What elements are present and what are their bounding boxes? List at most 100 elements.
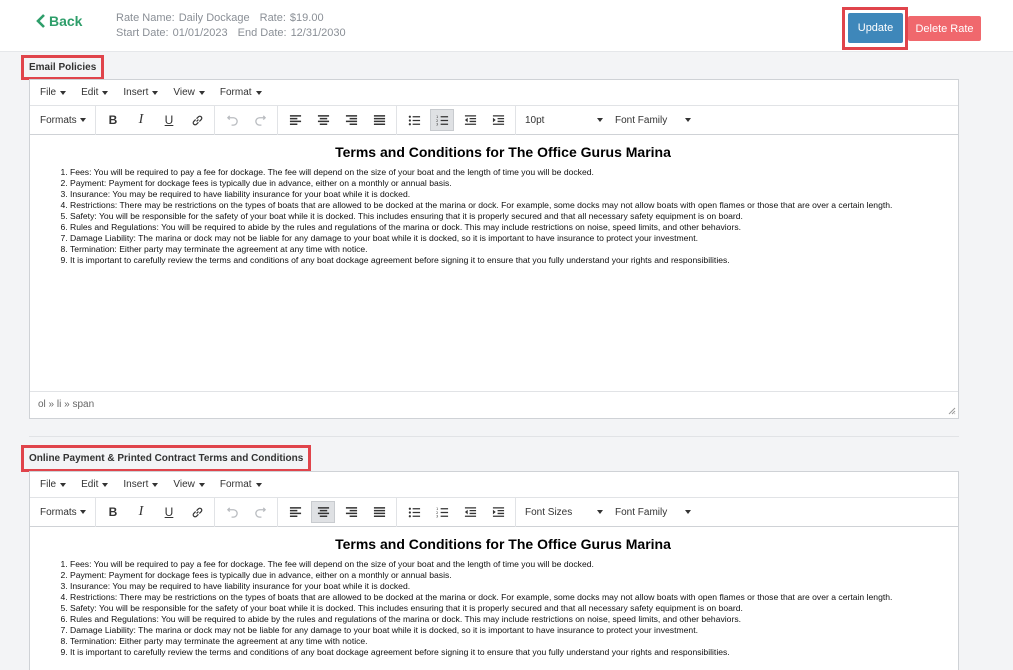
caret-down-icon	[60, 482, 67, 487]
section-title-email-policies: Email Policies	[21, 55, 105, 80]
redo-icon[interactable]	[248, 109, 272, 131]
align-justify-icon[interactable]	[367, 501, 391, 523]
back-label: Back	[49, 13, 83, 29]
undo-icon[interactable]	[220, 109, 244, 131]
terms-list: Fees: You will be required to pay a fee …	[56, 167, 950, 266]
align-left-icon[interactable]	[283, 109, 307, 131]
numbered-list-icon[interactable]: 123	[430, 501, 454, 523]
menu-view[interactable]: View	[167, 87, 211, 98]
online-payment-terms-editor: File Edit Insert View Format Formats B I…	[29, 471, 959, 670]
redo-icon[interactable]	[248, 501, 272, 523]
outdent-icon[interactable]	[458, 109, 482, 131]
back-button[interactable]: Back	[36, 13, 82, 29]
list-item: Insurance: You may be required to have l…	[70, 189, 950, 200]
toolbar-separator	[95, 497, 96, 527]
editor-toolbar: Formats B I U 123 Font Sizes Font Family	[30, 497, 958, 527]
caret-down-icon	[685, 510, 691, 514]
caret-down-icon	[198, 482, 205, 487]
menu-insert[interactable]: Insert	[117, 87, 164, 98]
underline-icon[interactable]: U	[157, 109, 181, 131]
editor-menubar: File Edit Insert View Format	[30, 80, 958, 106]
caret-down-icon	[597, 510, 603, 514]
toolbar-separator	[95, 105, 96, 135]
align-center-icon[interactable]	[311, 109, 335, 131]
italic-icon[interactable]: I	[129, 501, 153, 523]
end-date-label: End Date:	[237, 27, 287, 39]
formats-dropdown[interactable]: Formats	[34, 501, 92, 523]
font-family-dropdown[interactable]: Font Family	[609, 501, 697, 523]
toolbar-separator	[214, 105, 215, 135]
font-size-dropdown[interactable]: Font Sizes	[519, 501, 609, 523]
caret-down-icon	[60, 90, 67, 95]
align-right-icon[interactable]	[339, 109, 363, 131]
bold-icon[interactable]: B	[101, 109, 125, 131]
list-item: Insurance: You may be required to have l…	[70, 581, 950, 592]
list-item: Rules and Regulations: You will be requi…	[70, 222, 950, 233]
toolbar-separator	[515, 105, 516, 135]
align-right-icon[interactable]	[339, 501, 363, 523]
document-title: Terms and Conditions for The Office Guru…	[335, 144, 671, 160]
align-justify-icon[interactable]	[367, 109, 391, 131]
toolbar-separator	[396, 497, 397, 527]
align-center-icon[interactable]	[311, 501, 335, 523]
align-left-icon[interactable]	[283, 501, 307, 523]
outdent-icon[interactable]	[458, 501, 482, 523]
editor-content[interactable]: Terms and Conditions for The Office Guru…	[30, 135, 958, 391]
font-family-dropdown[interactable]: Font Family	[609, 109, 697, 131]
caret-down-icon	[597, 118, 603, 122]
caret-down-icon	[80, 510, 86, 514]
delete-rate-button[interactable]: Delete Rate	[908, 16, 981, 41]
caret-down-icon	[685, 118, 691, 122]
indent-icon[interactable]	[486, 501, 510, 523]
list-item: Restrictions: There may be restrictions …	[70, 592, 950, 603]
bullet-list-icon[interactable]	[402, 501, 426, 523]
link-icon[interactable]	[185, 501, 209, 523]
menu-edit[interactable]: Edit	[75, 479, 114, 490]
rate-name-label: Rate Name:	[116, 12, 175, 24]
indent-icon[interactable]	[486, 109, 510, 131]
menu-file[interactable]: File	[34, 87, 72, 98]
editor-statusbar: ol » li » span	[30, 391, 958, 417]
caret-down-icon	[152, 90, 159, 95]
list-item: Damage Liability: The marina or dock may…	[70, 625, 950, 636]
formats-dropdown[interactable]: Formats	[34, 109, 92, 131]
section-title-online-payment: Online Payment & Printed Contract Terms …	[21, 445, 312, 472]
list-item: Safety: You will be responsible for the …	[70, 211, 950, 222]
menu-format[interactable]: Format	[214, 479, 268, 490]
rate-value: $19.00	[289, 12, 324, 24]
update-button[interactable]: Update	[848, 13, 903, 43]
caret-down-icon	[152, 482, 159, 487]
list-item: Fees: You will be required to pay a fee …	[70, 167, 950, 178]
section-divider	[29, 436, 959, 437]
numbered-list-icon[interactable]: 123	[430, 109, 454, 131]
caret-down-icon	[102, 482, 109, 487]
list-item: Termination: Either party may terminate …	[70, 244, 950, 255]
undo-icon[interactable]	[220, 501, 244, 523]
menu-insert[interactable]: Insert	[117, 479, 164, 490]
resize-handle-icon[interactable]	[948, 407, 956, 415]
italic-icon[interactable]: I	[129, 109, 153, 131]
terms-list: Fees: You will be required to pay a fee …	[56, 559, 950, 658]
element-path: ol » li » span	[38, 399, 95, 410]
caret-down-icon	[255, 482, 262, 487]
bold-icon[interactable]: B	[101, 501, 125, 523]
list-item: Fees: You will be required to pay a fee …	[70, 559, 950, 570]
menu-edit[interactable]: Edit	[75, 87, 114, 98]
list-item: Payment: Payment for dockage fees is typ…	[70, 178, 950, 189]
underline-icon[interactable]: U	[157, 501, 181, 523]
link-icon[interactable]	[185, 109, 209, 131]
caret-down-icon	[80, 118, 86, 122]
menu-view[interactable]: View	[167, 479, 211, 490]
bullet-list-icon[interactable]	[402, 109, 426, 131]
font-size-dropdown[interactable]: 10pt	[519, 109, 609, 131]
list-item: Damage Liability: The marina or dock may…	[70, 233, 950, 244]
caret-down-icon	[198, 90, 205, 95]
menu-file[interactable]: File	[34, 479, 72, 490]
email-policies-editor: File Edit Insert View Format Formats B I…	[29, 79, 959, 419]
document-title: Terms and Conditions for The Office Guru…	[335, 536, 671, 552]
editor-content[interactable]: Terms and Conditions for The Office Guru…	[30, 527, 958, 670]
toolbar-separator	[214, 497, 215, 527]
menu-format[interactable]: Format	[214, 87, 268, 98]
toolbar-separator	[277, 105, 278, 135]
list-item: Rules and Regulations: You will be requi…	[70, 614, 950, 625]
